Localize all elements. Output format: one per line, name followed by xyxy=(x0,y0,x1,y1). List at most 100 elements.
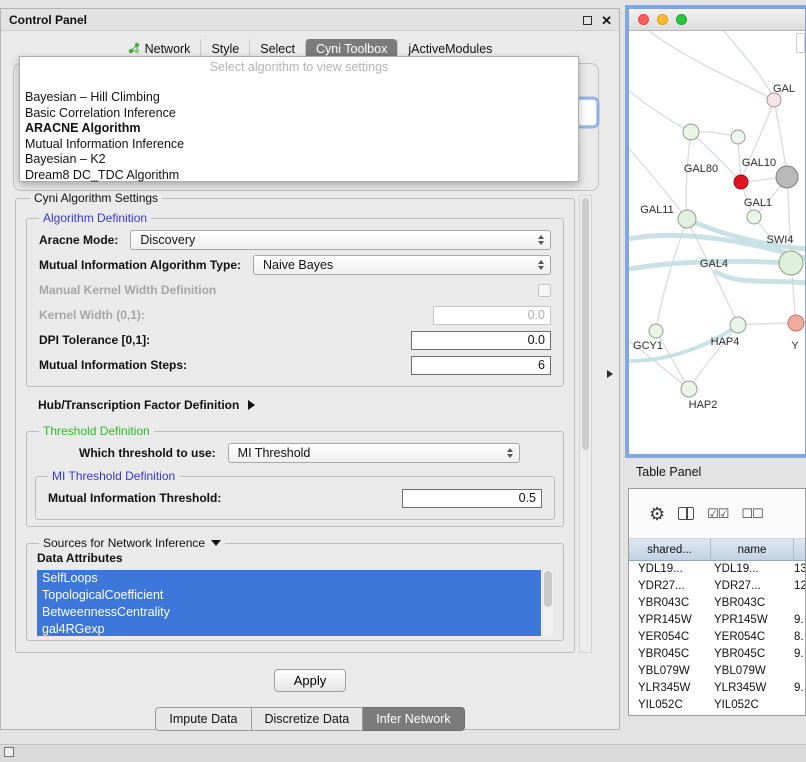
dpi-tolerance-input[interactable] xyxy=(411,331,551,350)
aracne-mode-select[interactable]: Discovery xyxy=(130,230,551,250)
table-toolbar: ⚙ ☑☑ ☐☐ xyxy=(629,489,805,539)
focused-spinner-fragment[interactable] xyxy=(577,99,597,126)
manual-kernel-checkbox[interactable] xyxy=(538,284,551,297)
table-cell: YBL079W xyxy=(711,663,794,680)
network-node-label: GAL11 xyxy=(640,204,673,216)
zoom-traffic-light-icon[interactable] xyxy=(676,14,687,25)
network-node-label: GCY1 xyxy=(633,340,663,352)
network-node[interactable] xyxy=(734,175,748,189)
tab-impute-data[interactable]: Impute Data xyxy=(155,707,251,731)
table-cell: YLR345W xyxy=(711,680,794,697)
which-threshold-select[interactable]: MI Threshold xyxy=(228,443,520,463)
tab-label: Cyni Toolbox xyxy=(316,42,387,56)
network-node[interactable] xyxy=(776,166,798,188)
network-tab-icon xyxy=(128,42,140,57)
status-strip xyxy=(0,744,806,762)
table-row[interactable]: YLR345WYLR345W9. xyxy=(629,680,805,697)
tab-discretize-data[interactable]: Discretize Data xyxy=(252,707,364,731)
network-node[interactable] xyxy=(678,210,696,228)
close-icon[interactable]: ✕ xyxy=(601,14,612,27)
minimize-traffic-light-icon[interactable] xyxy=(657,14,668,25)
table-row[interactable]: YBL079WYBL079W xyxy=(629,663,805,680)
table-row[interactable]: YDL19...YDL19...13 xyxy=(629,561,805,578)
table-row[interactable]: YER054CYER054C8. xyxy=(629,629,805,646)
collapse-right-icon xyxy=(248,400,255,410)
network-canvas[interactable]: GALGAL80GAL10GAL11GAL1SWI4GAL4GCY1HAP4YH… xyxy=(629,31,805,455)
tab-label: jActiveModules xyxy=(408,42,492,56)
sources-title: Sources for Network Inference xyxy=(43,536,205,550)
table-cell: YDL19... xyxy=(629,561,711,578)
kernel-width-input[interactable] xyxy=(433,306,551,325)
attribute-item[interactable]: TopologicalCoefficient xyxy=(37,587,541,604)
mi-threshold-title: MI Threshold Definition xyxy=(48,469,179,483)
network-node[interactable] xyxy=(779,251,803,275)
table-row[interactable]: YBR043CYBR043C xyxy=(629,595,805,612)
table-cell: YDL19... xyxy=(711,561,794,578)
network-node[interactable] xyxy=(649,324,663,338)
table-cell: 12 xyxy=(794,578,805,595)
table-cell: 9. xyxy=(794,646,805,663)
network-node[interactable] xyxy=(683,124,699,140)
table-cell: YLR345W xyxy=(629,680,711,697)
tab-label: Style xyxy=(211,42,239,56)
settings-scrollbar[interactable] xyxy=(579,195,592,653)
aracne-mode-label: Aracne Mode: xyxy=(39,233,118,247)
collapse-down-icon xyxy=(211,540,221,546)
manual-kernel-label: Manual Kernel Width Definition xyxy=(39,283,216,297)
dpi-tolerance-label: DPI Tolerance [0,1]: xyxy=(39,333,150,347)
table-body: YDL19...YDL19...13YDR27...YDR27...12YBR0… xyxy=(629,561,805,714)
threshold-definition-group: Threshold Definition Which threshold to … xyxy=(26,424,564,527)
network-node[interactable] xyxy=(767,93,781,107)
attribute-list: SelfLoopsTopologicalCoefficientBetweenne… xyxy=(37,570,553,636)
apply-button[interactable]: Apply xyxy=(274,669,346,692)
scrollbar-thumb[interactable] xyxy=(544,571,552,607)
attribute-item[interactable]: SelfLoops xyxy=(37,570,541,587)
close-traffic-light-icon[interactable] xyxy=(638,14,649,25)
column-header-name[interactable]: name xyxy=(711,539,794,560)
tab-infer-network[interactable]: Infer Network xyxy=(363,707,464,731)
network-node[interactable] xyxy=(788,315,804,331)
float-window-icon[interactable] xyxy=(583,16,592,25)
chevron-updown-icon xyxy=(538,235,544,245)
table-row[interactable]: YIL052CYIL052C xyxy=(629,697,805,714)
algorithm-option[interactable]: Mutual Information Inference xyxy=(20,137,578,153)
attribute-item[interactable]: gal4RGexp xyxy=(37,621,541,636)
table-row[interactable]: YDR27...YDR27...12 xyxy=(629,578,805,595)
hub-definition-toggle[interactable]: Hub/Transcription Factor Definition xyxy=(38,398,560,412)
attribute-list-scrollbar[interactable] xyxy=(542,570,553,636)
column-header-shared-name[interactable]: shared... xyxy=(629,539,711,560)
panel-splitter-arrow[interactable] xyxy=(607,370,613,378)
network-node[interactable] xyxy=(747,210,761,224)
table-cell: YBR043C xyxy=(711,595,794,612)
network-scrollbar[interactable] xyxy=(796,33,805,53)
data-attributes-label: Data Attributes xyxy=(37,551,555,565)
algorithm-option[interactable]: Bayesian – Hill Climbing xyxy=(20,90,578,106)
network-node[interactable] xyxy=(681,381,697,397)
gear-icon[interactable]: ⚙ xyxy=(649,505,665,523)
table-row[interactable]: YBR045CYBR045C9. xyxy=(629,646,805,663)
columns-icon[interactable] xyxy=(678,507,694,520)
minimized-panel-icon[interactable] xyxy=(4,747,14,757)
tab-label: Network xyxy=(145,42,191,56)
network-node[interactable] xyxy=(731,130,745,144)
network-node-label: GAL10 xyxy=(742,157,776,169)
mi-steps-input[interactable] xyxy=(411,356,551,375)
network-node[interactable] xyxy=(730,317,746,333)
network-window-titlebar xyxy=(629,9,805,31)
table-row[interactable]: YPR145WYPR145W9. xyxy=(629,612,805,629)
algorithm-option[interactable]: ARACNE Algorithm xyxy=(20,121,578,137)
attribute-item[interactable]: BetweennessCentrality xyxy=(37,604,541,621)
mi-type-select[interactable]: Naive Bayes xyxy=(253,255,551,275)
table-panel-window: ⚙ ☑☑ ☐☐ shared... name YDL19...YDL19...1… xyxy=(628,488,806,716)
algorithm-option[interactable]: Basic Correlation Inference xyxy=(20,106,578,122)
algorithm-option[interactable]: Bayesian – K2 xyxy=(20,152,578,168)
deselect-all-checkboxes-icon[interactable]: ☐☐ xyxy=(741,507,762,520)
network-node-label: GAL xyxy=(773,83,795,95)
scrollbar-thumb[interactable] xyxy=(582,198,589,450)
algorithm-option[interactable]: Dream8 DC_TDC Algorithm xyxy=(20,168,578,184)
mi-threshold-input[interactable] xyxy=(402,489,542,508)
column-header-extra[interactable] xyxy=(794,539,805,560)
sources-toggle[interactable]: Sources for Network Inference xyxy=(39,536,225,550)
select-all-checkboxes-icon[interactable]: ☑☑ xyxy=(707,507,728,520)
network-view-window: GALGAL80GAL10GAL11GAL1SWI4GAL4GCY1HAP4YH… xyxy=(628,8,806,455)
